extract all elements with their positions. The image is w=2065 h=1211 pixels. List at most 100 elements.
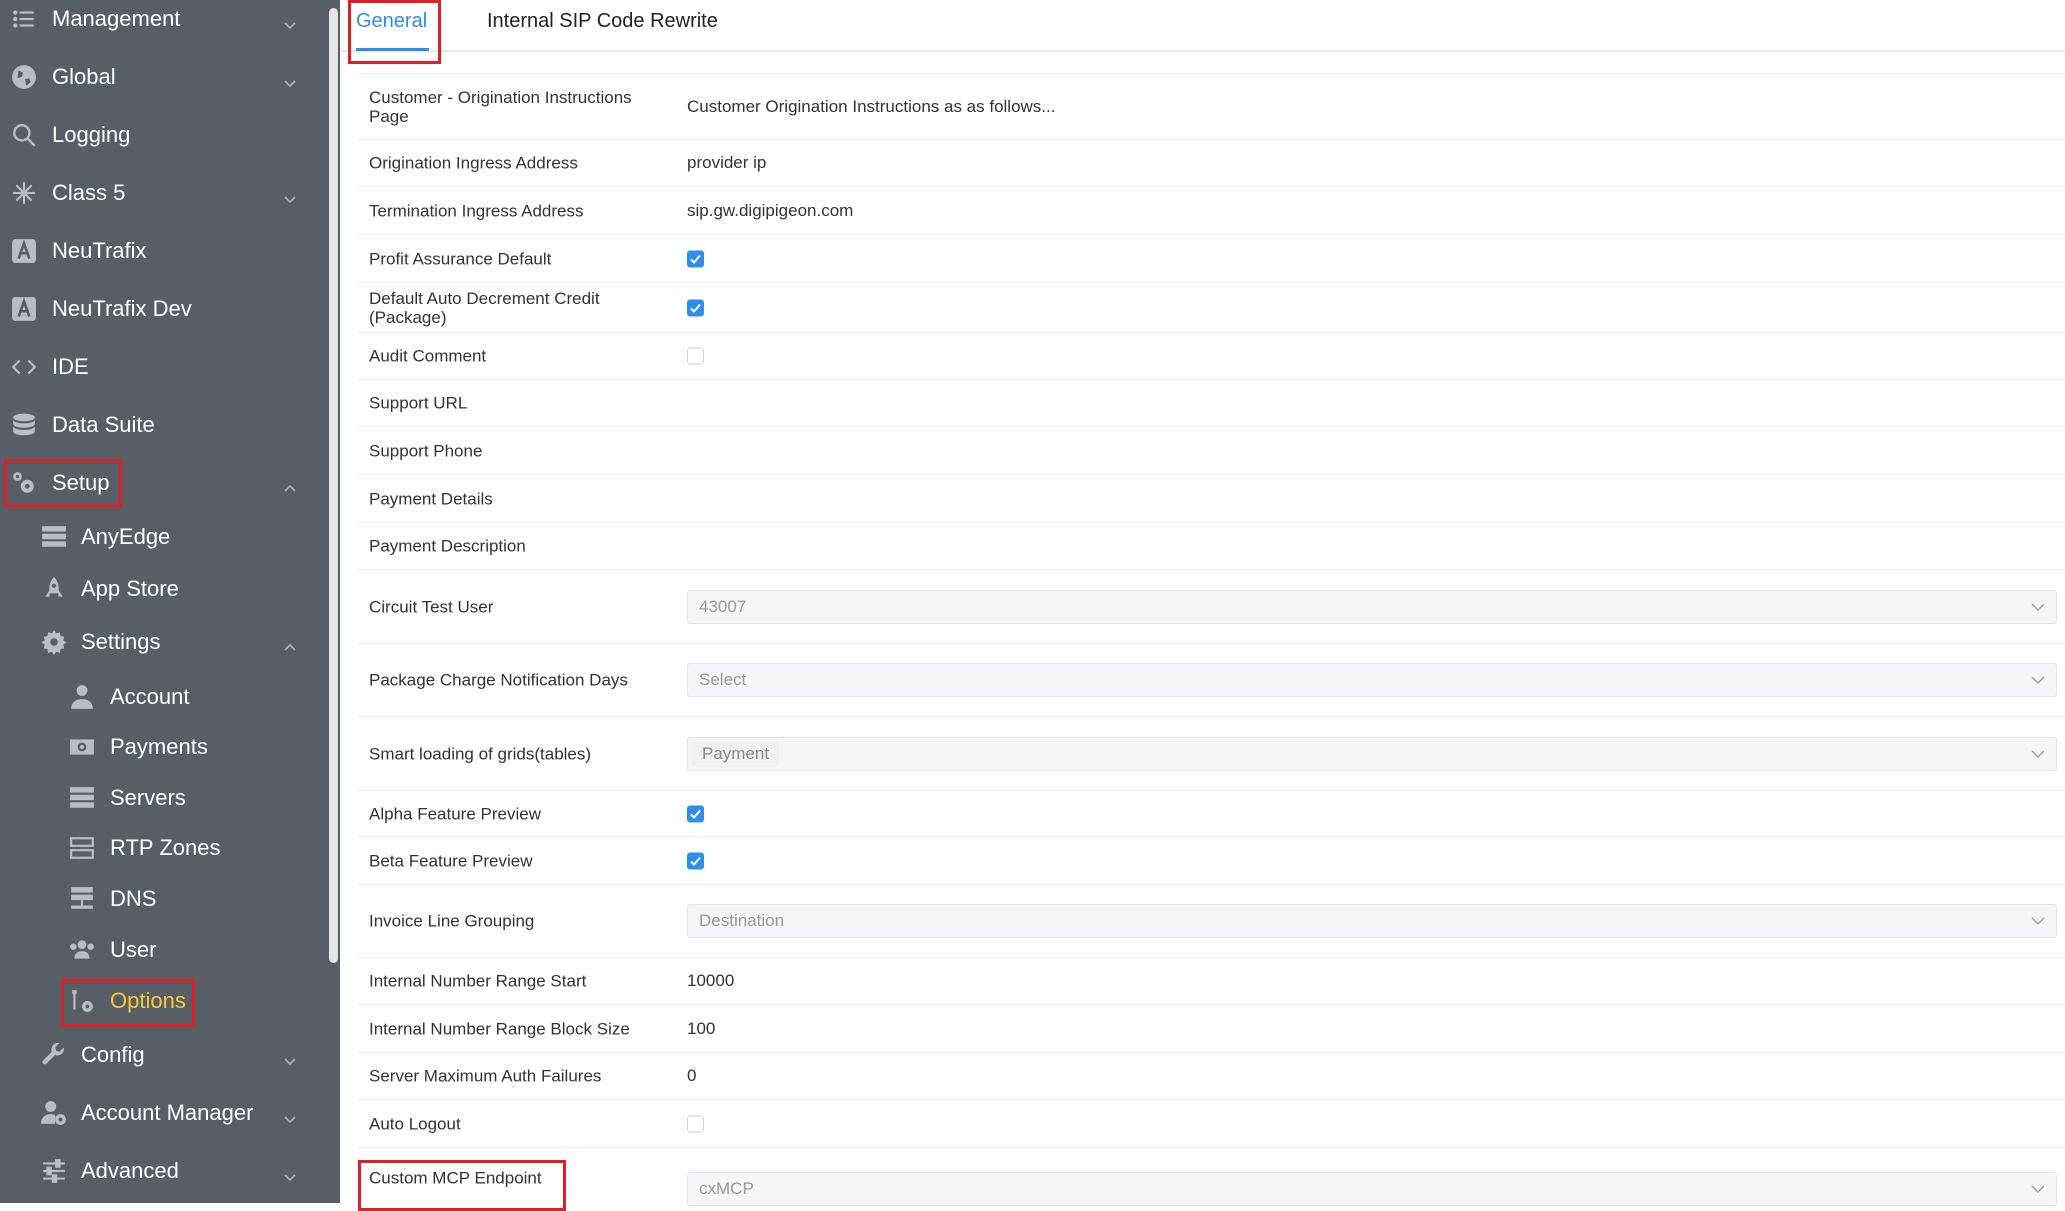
sidebar-item-dns[interactable]: DNS <box>0 874 325 924</box>
field-label: Beta Feature Preview <box>369 851 533 870</box>
field-row-profit-assurance: Profit Assurance Default <box>357 235 2065 283</box>
field-label: Audit Comment <box>369 346 487 366</box>
sidebar-item-global[interactable]: Global <box>0 52 325 102</box>
sidebar-item-label: Data Suite <box>52 412 155 437</box>
field-row-circuit-test-user: Circuit Test User 43007 <box>357 570 2065 644</box>
sidebar-item-label: Servers <box>110 785 186 810</box>
server-rack-icon <box>40 523 68 551</box>
field-label: Termination Ingress Address <box>369 201 584 220</box>
sidebar-item-servers[interactable]: Servers <box>0 773 325 823</box>
sidebar-item-user[interactable]: User <box>0 925 325 975</box>
sidebar-item-settings[interactable]: Settings <box>0 617 325 667</box>
field-label: Payment Description <box>369 536 526 556</box>
sidebar-item-account[interactable]: Account <box>0 672 325 722</box>
field-label: Custom MCP Endpoint <box>369 1168 542 1188</box>
field-row-alpha-preview: Alpha Feature Preview <box>357 791 2065 837</box>
sidebar-item-label: Setup <box>52 470 110 495</box>
custom-mcp-endpoint-select[interactable]: cxMCP <box>687 1172 2057 1206</box>
globe-icon <box>10 63 38 91</box>
sidebar-item-label: App Store <box>81 576 179 601</box>
field-label: Support Phone <box>369 441 483 460</box>
sidebar-item-anyedge[interactable]: AnyEdge <box>0 512 325 562</box>
select-value: 43007 <box>699 596 747 616</box>
field-row-number-range-start: Internal Number Range Start 10000 <box>357 958 2065 1005</box>
sidebar-item-rtp-zones[interactable]: RTP Zones <box>0 823 325 873</box>
content-panel: General Internal SIP Code Rewrite Custom… <box>341 0 2065 1211</box>
field-label: Circuit Test User <box>369 597 494 616</box>
chevron-down-icon <box>2030 913 2046 929</box>
field-value[interactable]: Customer Origination Instructions as as … <box>687 97 1055 117</box>
sidebar-item-advanced[interactable]: Advanced <box>0 1146 325 1196</box>
sidebar-item-label: Settings <box>81 629 161 654</box>
field-label: Profit Assurance Default <box>369 249 552 268</box>
sidebar-item-label: User <box>110 937 157 962</box>
select-value: cxMCP <box>699 1179 754 1198</box>
sidebar-item-label: Management <box>52 6 181 31</box>
field-label: Default Auto Decrement Credit (Package) <box>369 288 600 327</box>
gears-icon <box>10 469 38 497</box>
sidebar-item-label: Class 5 <box>52 180 126 205</box>
select-placeholder: Select <box>699 670 747 689</box>
field-label: Invoice Line Grouping <box>369 911 535 931</box>
auto-logout-checkbox[interactable] <box>687 1115 704 1132</box>
field-label: Smart loading of grids(tables) <box>369 744 592 763</box>
alpha-preview-checkbox[interactable] <box>687 805 704 822</box>
server-rack-icon <box>68 784 96 812</box>
rocket-icon <box>40 575 68 603</box>
gear-icon <box>40 628 68 656</box>
audit-comment-checkbox[interactable] <box>687 347 704 365</box>
field-row-auto-decrement: Default Auto Decrement Credit (Package) <box>357 283 2065 333</box>
field-value[interactable]: 10000 <box>687 971 734 991</box>
auto-decrement-checkbox[interactable] <box>687 299 704 316</box>
sidebar-item-logging[interactable]: Logging <box>0 110 325 160</box>
user-icon <box>68 683 96 711</box>
users-icon <box>68 936 96 964</box>
field-label: Origination Ingress Address <box>369 153 578 173</box>
field-value[interactable]: provider ip <box>687 153 766 173</box>
field-row-invoice-line-grouping: Invoice Line Grouping Destination <box>357 885 2065 958</box>
sidebar-item-label: Payments <box>110 734 208 759</box>
field-value[interactable]: 0 <box>687 1066 696 1086</box>
user-gear-icon <box>40 1099 68 1127</box>
beta-preview-checkbox[interactable] <box>687 852 704 869</box>
chevron-down-icon <box>2030 599 2046 615</box>
sidebar-item-neutrafix-dev[interactable]: NeuTrafix Dev <box>0 284 325 334</box>
sidebar-item-label: AnyEdge <box>81 524 171 549</box>
circuit-test-user-select[interactable]: 43007 <box>687 589 2057 624</box>
profit-assurance-checkbox[interactable] <box>687 250 704 267</box>
field-label: Server Maximum Auth Failures <box>369 1066 602 1086</box>
code-icon <box>10 353 38 381</box>
field-label: Support URL <box>369 393 468 413</box>
sidebar-item-management[interactable]: Management <box>0 0 325 44</box>
sidebar-item-setup[interactable]: Setup <box>0 458 325 508</box>
field-value[interactable]: 100 <box>687 1019 715 1039</box>
smart-loading-select[interactable]: Payment <box>687 736 2057 771</box>
field-row-custom-mcp-endpoint: Custom MCP Endpoint cxMCP <box>357 1148 2065 1208</box>
sidebar-item-account-manager[interactable]: Account Manager <box>0 1088 325 1138</box>
tab-general[interactable]: General <box>356 10 427 33</box>
package-charge-days-select[interactable]: Select <box>687 663 2057 697</box>
search-icon <box>10 121 38 149</box>
chevron-up-icon <box>283 635 297 651</box>
field-row-package-charge-days: Package Charge Notification Days Select <box>357 644 2065 717</box>
sidebar-item-label: Options <box>110 988 186 1013</box>
invoice-line-grouping-select[interactable]: Destination <box>687 904 2057 938</box>
sidebar-item-config[interactable]: Config <box>0 1030 325 1080</box>
field-row-support-phone: Support Phone <box>357 427 2065 475</box>
sidebar-item-neutrafix[interactable]: NeuTrafix <box>0 226 325 276</box>
sidebar-item-payments[interactable]: Payments <box>0 722 325 772</box>
field-row-max-auth-failures: Server Maximum Auth Failures 0 <box>357 1053 2065 1100</box>
sidebar-item-label: Account Manager <box>81 1100 254 1125</box>
sidebar-item-ide[interactable]: IDE <box>0 342 325 392</box>
tab-internal-sip-code-rewrite[interactable]: Internal SIP Code Rewrite <box>487 10 718 33</box>
sidebar-item-label: Config <box>81 1042 145 1067</box>
list-icon <box>10 5 38 33</box>
sidebar-item-app-store[interactable]: App Store <box>0 564 325 614</box>
sidebar-item-data-suite[interactable]: Data Suite <box>0 400 325 450</box>
sidebar-item-class5[interactable]: Class 5 <box>0 168 325 218</box>
sidebar-scrollbar[interactable] <box>329 8 338 963</box>
sidebar-item-options[interactable]: Options <box>0 976 325 1026</box>
neutrafix-logo-icon <box>10 237 38 265</box>
field-value[interactable]: sip.gw.digipigeon.com <box>687 201 853 221</box>
server-icon <box>68 834 96 862</box>
